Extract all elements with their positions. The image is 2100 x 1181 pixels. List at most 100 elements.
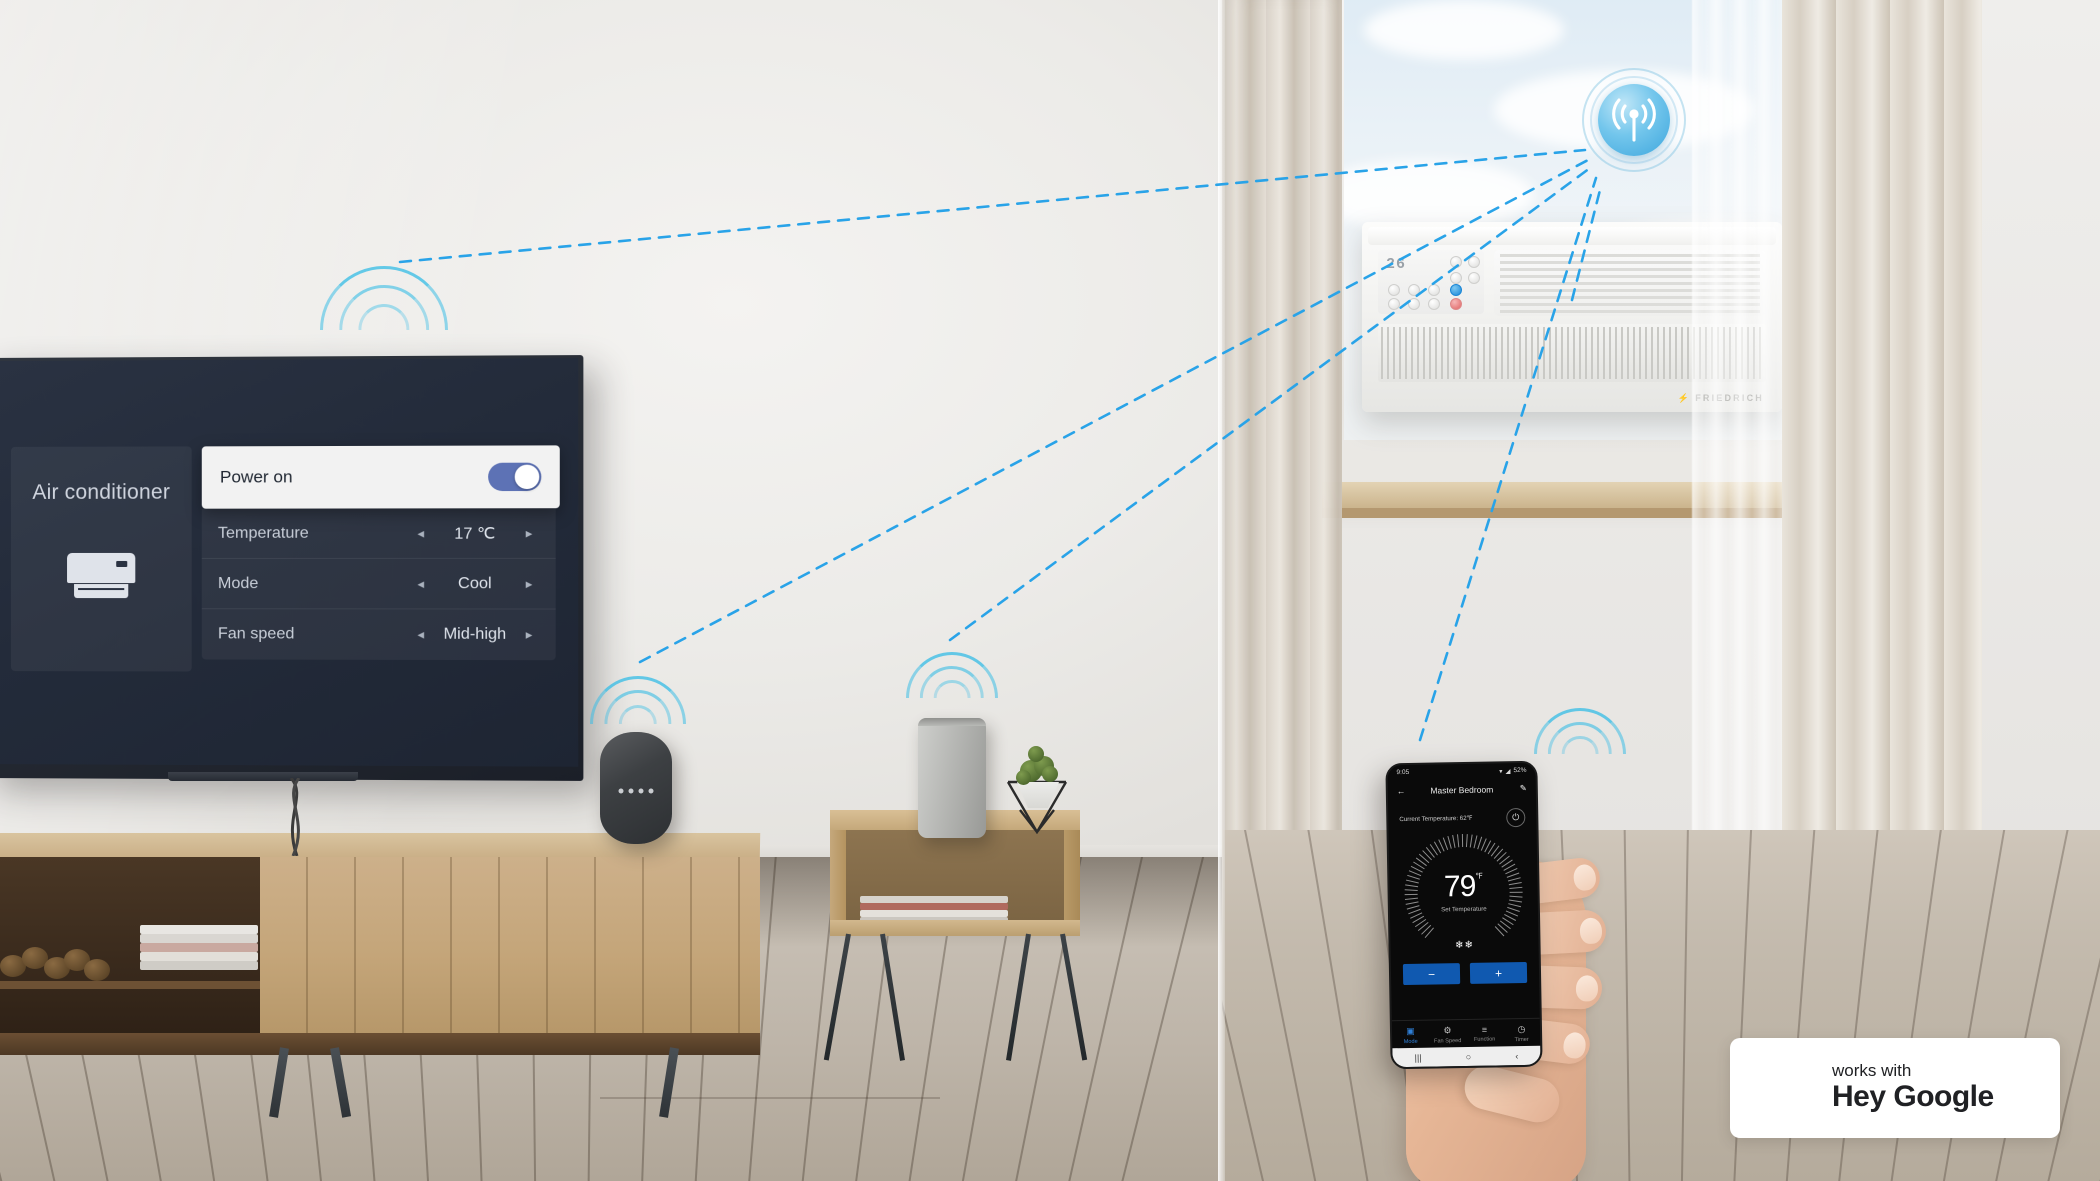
mode-value: Cool	[458, 574, 492, 592]
temperature-adjust-row: − +	[1391, 950, 1540, 986]
ac-button[interactable]	[1450, 298, 1462, 310]
android-nav-bar: ||| ○ ‹	[1392, 1045, 1541, 1068]
tab-fan-speed[interactable]: ⚙ Fan Speed	[1429, 1025, 1466, 1045]
temperature-dial[interactable]: 79℉ Set Temperature	[1404, 833, 1524, 953]
works-with-hey-google-badge: works with Hey Google	[1730, 1038, 2060, 1138]
tab-mode[interactable]: ▣ Mode	[1392, 1026, 1429, 1046]
back-button[interactable]: ‹	[1515, 1051, 1518, 1061]
ac-display-value: 26	[1386, 256, 1407, 273]
temperature-unit: ℉	[1475, 871, 1483, 881]
temperature-decrease-arrow[interactable]: ◂	[411, 525, 431, 541]
temperature-label: Temperature	[217, 524, 309, 542]
ac-button[interactable]	[1468, 256, 1480, 268]
mode-label: Mode	[217, 574, 259, 592]
hub-antenna-icon	[1612, 98, 1656, 142]
signal-waves-nest	[590, 676, 686, 724]
mode-icon: ▣	[1406, 1025, 1415, 1037]
setting-row-temperature[interactable]: Temperature ◂ 17 ℃ ▸	[201, 508, 556, 559]
smartphone: 9:05 ▾ ◢ 52% ← Master Bedroom ✎ Current …	[1385, 760, 1543, 1070]
signal-waves-echo	[906, 652, 998, 698]
room-divider	[1218, 0, 1225, 1181]
tab-mode-label: Mode	[1403, 1038, 1418, 1046]
mode-prev-arrow[interactable]: ◂	[411, 576, 431, 592]
tv-cables	[289, 778, 301, 856]
ac-power-button[interactable]	[1450, 284, 1462, 296]
assistant-dot-yellow	[1784, 1105, 1808, 1129]
power-on-label: Power on	[219, 467, 293, 487]
ac-button[interactable]	[1408, 298, 1420, 310]
power-toggle[interactable]	[488, 462, 542, 492]
badge-text: works with Hey Google	[1832, 1062, 1994, 1113]
ac-button[interactable]	[1428, 284, 1440, 296]
badge-line-1: works with	[1832, 1061, 1912, 1081]
assistant-dot-green	[1802, 1071, 1814, 1083]
phone-current-temp-row: Current Temperature: 62℉ ⏻	[1388, 799, 1536, 830]
decrease-temperature-button[interactable]: −	[1402, 963, 1461, 986]
side-table-leg	[880, 933, 905, 1061]
books-stack	[140, 925, 260, 970]
wifi-icon: ▾	[1499, 767, 1503, 775]
tab-function[interactable]: ≡ Function	[1466, 1024, 1503, 1044]
function-icon: ≡	[1481, 1024, 1488, 1035]
setting-row-mode[interactable]: Mode ◂ Cool ▸	[201, 558, 556, 610]
tv-settings-list: Power on Temperature ◂ 17 ℃ ▸ Mode ◂ Coo…	[201, 445, 560, 672]
side-table	[823, 810, 1088, 1100]
assistant-dot-blue	[1752, 1065, 1788, 1101]
setting-row-fan-speed[interactable]: Fan speed ◂ Mid-high ▸	[201, 609, 556, 661]
ac-button[interactable]	[1450, 272, 1462, 284]
ac-button[interactable]	[1408, 284, 1420, 296]
temperature-value: 17 ℃	[454, 524, 496, 543]
nest-audio-speaker	[600, 732, 672, 844]
fingernail	[1572, 863, 1598, 892]
dial-center: 79℉ Set Temperature	[1404, 869, 1523, 914]
set-temperature-value: 79	[1443, 869, 1476, 904]
mode-next-arrow[interactable]: ▸	[519, 576, 539, 592]
fan-speed-prev-arrow[interactable]: ◂	[411, 627, 431, 643]
google-assistant-icon	[1752, 1057, 1814, 1119]
phone-app-header: ← Master Bedroom ✎	[1388, 778, 1536, 802]
fan-speed-next-arrow[interactable]: ▸	[519, 627, 539, 643]
scene-root: Air conditioner Power on Temperature ◂ 1…	[0, 0, 2100, 1181]
signal-waves-tv	[320, 266, 448, 330]
ac-button[interactable]	[1388, 284, 1400, 296]
power-on-row[interactable]: Power on	[201, 445, 560, 509]
tv-ac-control-panel: Air conditioner Power on Temperature ◂ 1…	[10, 445, 560, 672]
current-temperature-label: Current Temperature: 62℉	[1399, 814, 1473, 824]
ac-control-panel: 26	[1378, 250, 1484, 314]
tab-timer-label: Timer	[1514, 1036, 1529, 1044]
fingernail	[1579, 917, 1603, 945]
assistant-dot-red	[1786, 1085, 1808, 1107]
television: Air conditioner Power on Temperature ◂ 1…	[0, 355, 584, 856]
tv-device-name: Air conditioner	[32, 480, 171, 504]
fan-speed-icon: ⚙	[1443, 1025, 1452, 1036]
tv-device-card: Air conditioner	[10, 446, 192, 672]
home-button[interactable]: ○	[1466, 1051, 1472, 1061]
decor-walnuts	[0, 945, 120, 985]
power-icon[interactable]: ⏻	[1506, 807, 1526, 828]
recents-button[interactable]: |||	[1414, 1052, 1421, 1062]
fingernail	[1562, 1031, 1588, 1060]
ac-button[interactable]	[1468, 272, 1480, 284]
status-icons: ▾ ◢ 52%	[1499, 766, 1527, 775]
battery-label: 52%	[1513, 766, 1527, 775]
console-base	[0, 1033, 760, 1055]
ac-button[interactable]	[1388, 298, 1400, 310]
fan-speed-value: Mid-high	[443, 625, 507, 643]
status-time: 9:05	[1396, 768, 1410, 777]
timer-icon: ◷	[1517, 1023, 1526, 1035]
tab-timer[interactable]: ◷ Timer	[1503, 1024, 1540, 1044]
ac-button[interactable]	[1428, 298, 1440, 310]
badge-line-2: Hey Google	[1832, 1080, 1994, 1114]
ac-button[interactable]	[1450, 256, 1462, 268]
settings-rows: Temperature ◂ 17 ℃ ▸ Mode ◂ Cool ▸ Fan s…	[201, 508, 556, 661]
temperature-increase-arrow[interactable]: ▸	[519, 525, 539, 541]
tab-function-label: Function	[1473, 1036, 1496, 1043]
side-table-right-panel	[1064, 830, 1080, 930]
wifi-hub-icon	[1582, 68, 1686, 172]
increase-temperature-button[interactable]: +	[1469, 961, 1528, 984]
fan-speed-label: Fan speed	[217, 625, 295, 643]
side-table-left-panel	[830, 830, 846, 930]
air-conditioner-icon	[67, 552, 136, 599]
toggle-knob	[514, 464, 540, 490]
room-title: Master Bedroom	[1430, 783, 1494, 796]
